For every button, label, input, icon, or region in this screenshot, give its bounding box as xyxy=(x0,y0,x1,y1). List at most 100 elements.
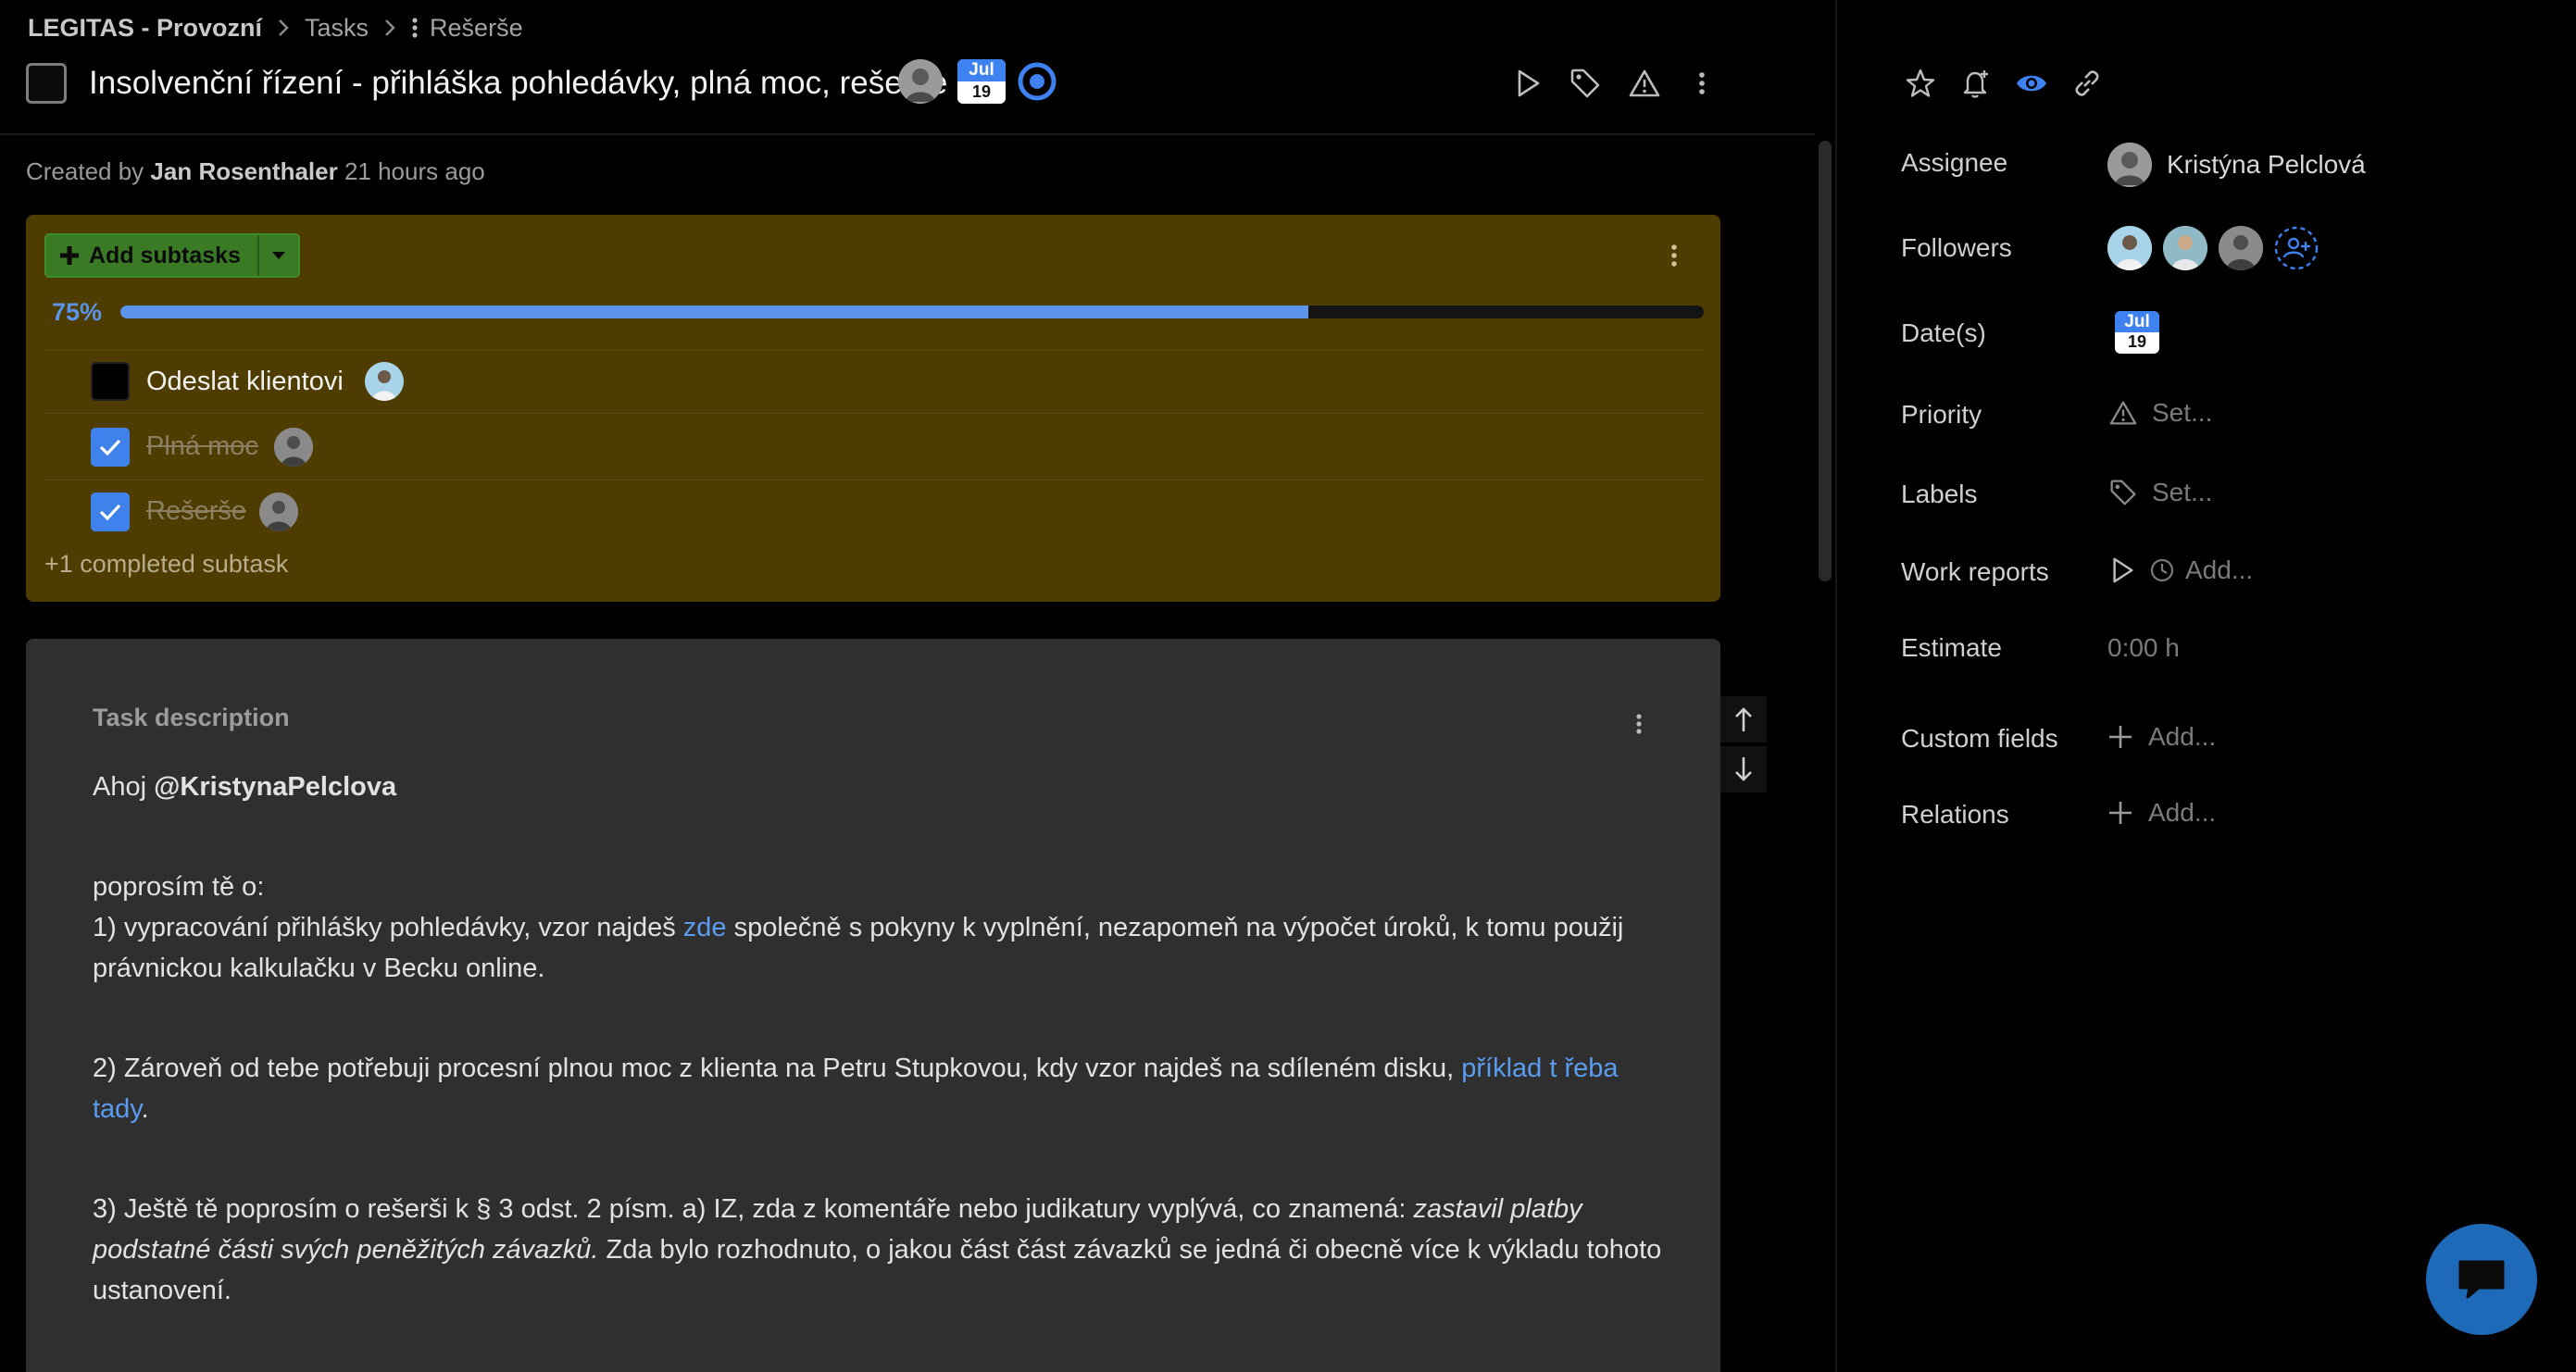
subtask-checkbox-3[interactable] xyxy=(91,493,130,531)
chevron-right-icon xyxy=(383,18,396,38)
plus-icon xyxy=(2109,726,2132,748)
subtask-avatar-1[interactable] xyxy=(365,362,404,401)
bell-plus-icon[interactable] xyxy=(1957,65,1995,102)
assignee-value[interactable]: Kristýna Pelclová xyxy=(2107,143,2366,187)
greeting-text: Ahoj xyxy=(93,772,155,802)
custom-fields-add[interactable]: Add... xyxy=(2107,722,2216,752)
labels-label: Labels xyxy=(1901,480,1978,508)
breadcrumb-tasks[interactable]: Tasks xyxy=(305,14,369,43)
description-more-icon[interactable] xyxy=(1622,707,1656,741)
relations-add[interactable]: Add... xyxy=(2107,798,2216,828)
add-work-report[interactable]: Add... xyxy=(2150,555,2253,585)
more-vertical-icon[interactable] xyxy=(1683,65,1720,102)
follower-avatar[interactable] xyxy=(2107,226,2152,270)
date-calendar-icon[interactable]: Jul 19 xyxy=(2115,311,2159,354)
description-item-3: 3) Ještě tě poprosím o rešerši k § 3 ods… xyxy=(93,1189,1667,1311)
task-title[interactable]: Insolvenční řízení - přihláška pohledávk… xyxy=(89,61,947,106)
row-divider xyxy=(44,413,1704,414)
eye-icon[interactable] xyxy=(2013,65,2050,102)
subtask-label-1[interactable]: Odeslat klientovi xyxy=(146,367,344,397)
description-item-1: 1) vypracování přihlášky pohledávky, vzo… xyxy=(93,907,1667,989)
plus-icon xyxy=(2109,802,2132,824)
arrow-down-icon[interactable] xyxy=(1720,746,1767,792)
subtask-checkbox-1[interactable] xyxy=(91,362,130,401)
work-reports-text: Add... xyxy=(2185,555,2254,584)
template-link[interactable]: zde xyxy=(683,913,727,942)
clock-icon xyxy=(2150,558,2174,582)
estimate-text: 0:00 h xyxy=(2107,633,2180,662)
follower-avatar[interactable] xyxy=(2163,226,2207,270)
subtask-avatar-3[interactable] xyxy=(259,493,298,531)
relations-text: Add... xyxy=(2148,798,2217,827)
subtask-checkbox-2[interactable] xyxy=(91,428,130,467)
task-description-heading: Task description xyxy=(93,704,290,731)
created-time: 21 hours ago xyxy=(344,157,485,185)
estimate-value[interactable]: 0:00 h xyxy=(2107,633,2180,663)
row-divider xyxy=(44,350,1704,351)
mention[interactable]: @KristynaPelclova xyxy=(154,772,396,802)
completed-subtasks-toggle[interactable]: +1 completed subtask xyxy=(44,550,288,579)
labels-value[interactable]: Set... xyxy=(2109,478,2212,507)
add-follower-icon[interactable] xyxy=(2274,226,2319,270)
progress-bar-fill xyxy=(120,306,1308,318)
subtask-avatar-2[interactable] xyxy=(274,428,313,467)
breadcrumb-root[interactable]: LEGITAS - Provozní xyxy=(28,14,262,43)
dates-label: Date(s) xyxy=(1901,318,1986,347)
text: . xyxy=(141,1094,149,1124)
work-reports-value: Add... xyxy=(2109,555,2253,585)
caret-down-icon xyxy=(271,252,285,259)
subtasks-more-icon[interactable] xyxy=(1657,237,1691,274)
breadcrumb: LEGITAS - Provozní Tasks Rešerše xyxy=(28,11,523,44)
estimate-label: Estimate xyxy=(1901,633,2002,662)
subtask-label-2[interactable]: Plná moc xyxy=(146,431,258,462)
link-icon[interactable] xyxy=(2069,65,2106,102)
check-icon xyxy=(99,504,121,521)
custom-fields-label: Custom fields xyxy=(1901,724,2058,753)
description-item-2: 2) Zároveň od tebe potřebuji procesní pl… xyxy=(93,1048,1667,1129)
warning-icon[interactable] xyxy=(1626,65,1663,102)
chat-icon xyxy=(2458,1260,2505,1299)
priority-label: Priority xyxy=(1901,400,1982,429)
play-icon[interactable] xyxy=(1509,65,1546,102)
arrow-up-icon[interactable] xyxy=(1720,696,1767,742)
play-icon[interactable] xyxy=(2109,555,2135,585)
task-complete-checkbox[interactable] xyxy=(26,63,67,104)
progress-percent: 75% xyxy=(52,298,103,326)
chat-button[interactable] xyxy=(2426,1224,2537,1335)
scrollbar-thumb[interactable] xyxy=(1819,141,1832,581)
due-date-day: 19 xyxy=(971,82,992,101)
follower-avatar[interactable] xyxy=(2219,226,2263,270)
tag-icon[interactable] xyxy=(1567,65,1604,102)
description-greeting: Ahoj @KristynaPelclova xyxy=(93,767,1667,807)
text: 2) Zároveň od tebe potřebuji procesní pl… xyxy=(93,1054,1462,1083)
check-icon xyxy=(99,439,121,456)
created-by-name[interactable]: Jan Rosenthaler xyxy=(150,157,337,185)
description-intro: poprosím tě o: xyxy=(93,872,265,902)
header-divider xyxy=(0,133,1815,135)
add-subtasks-label: Add subtasks xyxy=(89,242,241,268)
tag-icon xyxy=(2110,480,2136,505)
plus-icon xyxy=(60,246,79,265)
due-date-calendar-icon[interactable]: Jul 19 xyxy=(957,59,1006,104)
add-subtasks-button[interactable]: Add subtasks xyxy=(46,235,257,276)
breadcrumb-current[interactable]: Rešerše xyxy=(430,14,523,43)
date-day: 19 xyxy=(2127,332,2147,351)
warning-icon xyxy=(2109,401,2137,425)
work-reports-label: Work reports xyxy=(1901,557,2049,586)
more-vertical-icon[interactable] xyxy=(411,17,419,39)
assignee-avatar[interactable] xyxy=(898,59,943,104)
due-date-month: Jul xyxy=(957,59,1006,81)
status-icon[interactable] xyxy=(1017,61,1057,102)
add-subtasks-button-group: Add subtasks xyxy=(44,233,300,278)
add-subtasks-dropdown[interactable] xyxy=(256,235,298,276)
priority-value[interactable]: Set... xyxy=(2109,398,2212,428)
chevron-right-icon xyxy=(277,18,290,38)
created-info: Created by Jan Rosenthaler 21 hours ago xyxy=(26,157,485,186)
assignee-label: Assignee xyxy=(1901,148,2008,177)
subtask-label-3[interactable]: Rešerše xyxy=(146,496,246,527)
star-icon[interactable] xyxy=(1902,65,1939,102)
panel-divider xyxy=(1835,0,1837,1372)
priority-text: Set... xyxy=(2152,398,2213,427)
date-month: Jul xyxy=(2115,311,2159,332)
assignee-avatar xyxy=(2107,143,2152,187)
